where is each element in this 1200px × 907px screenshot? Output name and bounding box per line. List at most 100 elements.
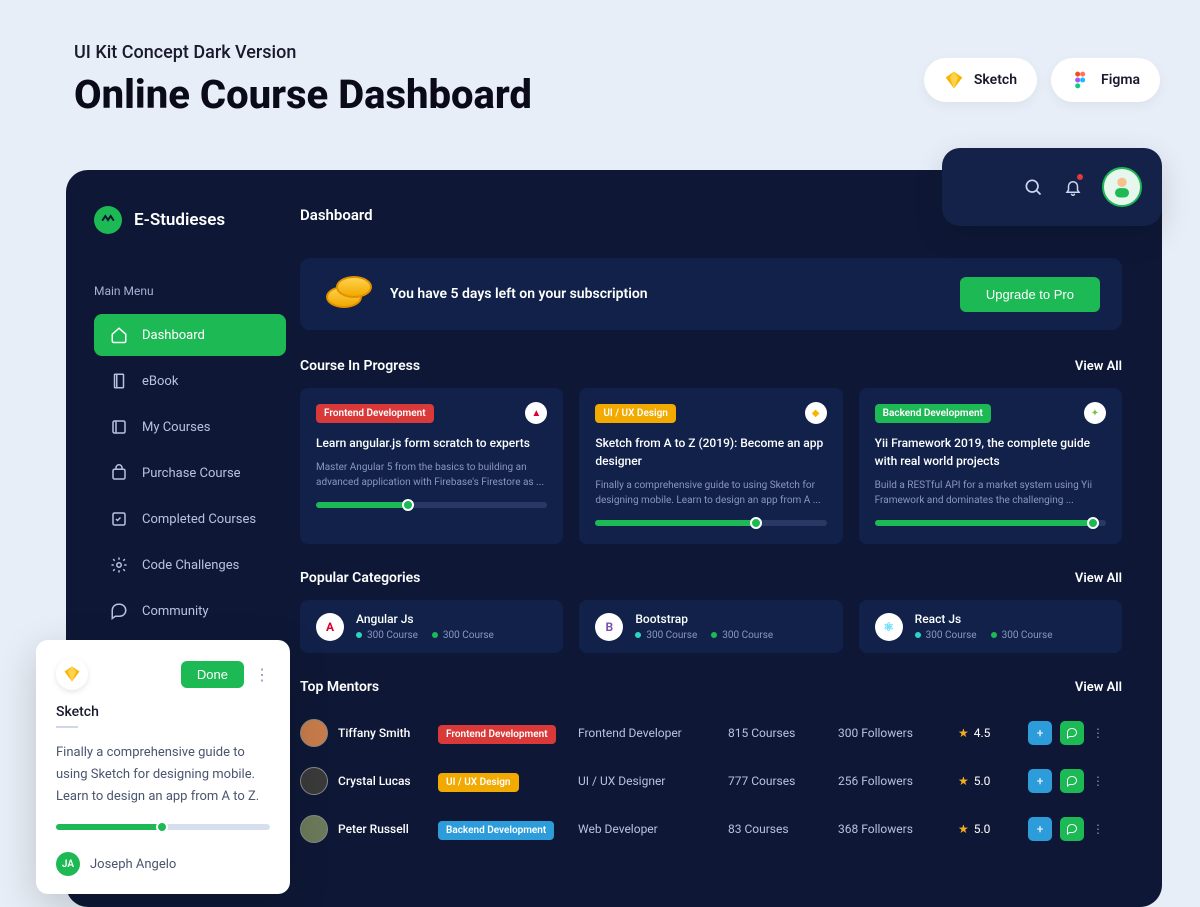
add-mentor-button[interactable]: + [1028,721,1052,745]
message-mentor-button[interactable] [1060,769,1084,793]
banner-text: You have 5 days left on your subscriptio… [390,286,940,302]
mentor-row: Peter Russell Backend Development Web De… [300,805,1122,853]
course-tag: UI / UX Design [595,404,676,423]
nav-challenges[interactable]: Code Challenges [94,544,286,586]
star-icon: ★ [958,822,969,836]
star-icon: ★ [958,774,969,788]
chat-icon [110,602,128,620]
course-desc: Build a RESTful API for a market system … [875,478,1106,508]
course-tag: Backend Development [875,404,991,423]
progress-bar[interactable] [56,824,270,830]
popover-title: Sketch [56,704,270,720]
cart-icon [110,464,128,482]
categories-view-all[interactable]: View All [1075,571,1122,586]
mentors-view-all[interactable]: View All [1075,680,1122,695]
yii-icon: ✦ [1084,402,1106,424]
bell-icon[interactable] [1062,176,1084,198]
nav-community[interactable]: Community [94,590,286,632]
message-mentor-button[interactable] [1060,721,1084,745]
done-button[interactable]: Done [181,661,244,688]
mentor-followers: 256 Followers [838,774,948,788]
mentors-heading: Top Mentors [300,679,379,695]
react-icon: ⚛ [875,613,903,641]
check-list-icon [110,510,128,528]
mentor-avatar[interactable] [300,767,328,795]
bootstrap-icon: B [595,613,623,641]
user-name: Joseph Angelo [90,857,176,872]
popover-desc: Finally a comprehensive guide to using S… [56,742,270,808]
course-title: Learn angular.js form scratch to experts [316,434,547,452]
course-card[interactable]: Backend Development ✦ Yii Framework 2019… [859,388,1122,544]
mentor-row: Tiffany Smith Frontend Development Front… [300,709,1122,757]
progress-bar[interactable] [316,502,547,508]
avatar[interactable] [1102,167,1142,207]
category-name: React Js [915,612,1053,626]
figma-badge[interactable]: Figma [1051,58,1160,102]
gear-icon [110,556,128,574]
book-icon [110,372,128,390]
category-stat: 300 Course [367,630,418,641]
mentor-name: Tiffany Smith [338,726,428,740]
nav-label: eBook [142,374,178,389]
brand-name: E-Studieses [134,210,225,230]
category-card[interactable]: ⚛ React Js 300 Course 300 Course [859,600,1122,653]
category-card[interactable]: A Angular Js 300 Course 300 Course [300,600,563,653]
nav-ebook[interactable]: eBook [94,360,286,402]
more-icon[interactable]: ⋮ [254,665,270,684]
mentor-tag: Frontend Development [438,725,556,744]
mentor-name: Crystal Lucas [338,774,428,788]
category-stat: 300 Course [926,630,977,641]
figma-icon [1071,70,1091,90]
nav-completed[interactable]: Completed Courses [94,498,286,540]
course-title: Yii Framework 2019, the complete guide w… [875,434,1106,470]
categories-heading: Popular Categories [300,570,420,586]
nav-label: Code Challenges [142,558,239,573]
page-subtitle: UI Kit Concept Dark Version [74,42,532,63]
category-stat: 300 Course [1002,630,1053,641]
course-card[interactable]: Frontend Development ▲ Learn angular.js … [300,388,563,544]
progress-bar[interactable] [595,520,826,526]
sketch-icon [944,70,964,90]
course-title: Sketch from A to Z (2019): Become an app… [595,434,826,470]
mentor-tag: UI / UX Design [438,773,519,792]
course-desc: Finally a comprehensive guide to using S… [595,478,826,508]
angular-icon: A [316,613,344,641]
category-stat: 300 Course [646,630,697,641]
coins-icon [322,274,370,314]
message-mentor-button[interactable] [1060,817,1084,841]
mentor-avatar[interactable] [300,719,328,747]
progress-bar[interactable] [875,520,1106,526]
nav-label: My Courses [142,420,211,435]
nav-dashboard[interactable]: Dashboard [94,314,286,356]
category-card[interactable]: B Bootstrap 300 Course 300 Course [579,600,842,653]
category-name: Bootstrap [635,612,773,626]
course-card[interactable]: UI / UX Design ◆ Sketch from A to Z (201… [579,388,842,544]
sketch-badge[interactable]: Sketch [924,58,1037,102]
nav-label: Completed Courses [142,512,256,527]
user-avatar[interactable]: JA [56,852,80,876]
nav-mycourses[interactable]: My Courses [94,406,286,448]
topbar [942,148,1162,226]
course-tag: Frontend Development [316,404,434,423]
mentor-role: UI / UX Designer [578,774,718,788]
notification-dot [1077,174,1083,180]
nav-label: Community [142,604,209,619]
more-icon[interactable]: ⋮ [1092,822,1112,836]
courses-view-all[interactable]: View All [1075,359,1122,374]
more-icon[interactable]: ⋮ [1092,774,1112,788]
more-icon[interactable]: ⋮ [1092,726,1112,740]
sketch-label: Sketch [974,72,1017,88]
add-mentor-button[interactable]: + [1028,817,1052,841]
courses-icon [110,418,128,436]
category-stat: 300 Course [443,630,494,641]
star-icon: ★ [958,726,969,740]
mentor-followers: 368 Followers [838,822,948,836]
search-icon[interactable] [1022,176,1044,198]
add-mentor-button[interactable]: + [1028,769,1052,793]
nav-label: Purchase Course [142,466,241,481]
divider [56,726,78,728]
nav-purchase[interactable]: Purchase Course [94,452,286,494]
mentor-avatar[interactable] [300,815,328,843]
upgrade-button[interactable]: Upgrade to Pro [960,277,1100,312]
menu-heading: Main Menu [94,284,286,298]
